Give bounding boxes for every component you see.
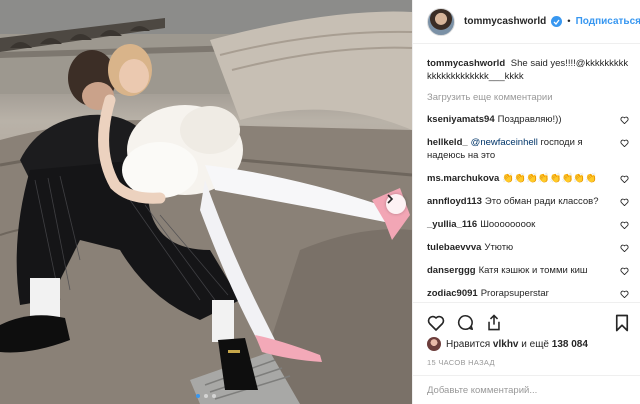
like-button[interactable] xyxy=(427,314,445,331)
comment-row: hellkeld_ @newfaceinhell господи я надеюс… xyxy=(427,136,629,162)
comment-like-button[interactable] xyxy=(620,243,629,256)
share-button[interactable] xyxy=(486,314,502,331)
comment-like-button[interactable] xyxy=(620,197,629,210)
comment-text: Поздравляю!)) xyxy=(497,114,562,125)
caption-username[interactable]: tommycashworld xyxy=(427,58,505,69)
comment-like-button[interactable] xyxy=(620,138,629,151)
header-username[interactable]: tommycashworld xyxy=(464,16,546,27)
heart-icon xyxy=(620,139,629,148)
likes-count[interactable]: 138 084 xyxy=(552,339,588,350)
comment-button[interactable] xyxy=(457,314,474,331)
add-comment-bar xyxy=(413,375,640,404)
post-side-panel: tommycashworld • Подписаться tommycashwo… xyxy=(412,0,640,404)
add-comment-input[interactable] xyxy=(427,384,617,396)
liker-username[interactable]: vlkhv xyxy=(493,339,519,350)
comment-row: annfloyd113 Это обман ради классов? xyxy=(427,195,629,208)
comment-row: ms.marchukova 👏👏👏👏👏👏👏👏 xyxy=(427,172,629,185)
comment-row: danserggg Катя кэшюк и томми киш xyxy=(427,264,629,277)
comment-like-button[interactable] xyxy=(620,266,629,279)
comment-username[interactable]: annfloyd113 xyxy=(427,196,482,207)
comment-like-button[interactable] xyxy=(620,174,629,187)
comment-row: _yullia_116 Шоооооооок xyxy=(427,218,629,231)
likes-middle: и ещё xyxy=(521,338,549,350)
heart-icon xyxy=(620,116,629,125)
likes-prefix: Нравится xyxy=(446,338,491,350)
verified-icon xyxy=(551,16,563,27)
heart-icon xyxy=(620,244,629,253)
header-separator: • xyxy=(567,16,571,27)
instagram-post: tommycashworld • Подписаться tommycashwo… xyxy=(0,0,640,404)
comment-username[interactable]: zodiac9091 xyxy=(427,288,478,299)
comment-text: Prorapsuperstar xyxy=(480,288,549,299)
comment-username[interactable]: hellkeld_ xyxy=(427,137,468,148)
comment-text: Это обман ради классов? xyxy=(484,196,599,207)
post-caption: tommycashworld She said yes!!!!@kkkkkkkk… xyxy=(427,57,629,83)
post-timestamp[interactable]: 15 ЧАСОВ НАЗАД xyxy=(427,358,495,367)
comment-text: Утютю xyxy=(484,242,514,253)
comment-username[interactable]: _yullia_116 xyxy=(427,219,477,230)
liker-avatar[interactable] xyxy=(427,337,441,351)
likes-summary: Нравится vlkhv и ещё 138 084 xyxy=(427,337,588,351)
heart-icon xyxy=(427,315,445,331)
heart-icon xyxy=(620,198,629,207)
comment-username[interactable]: danserggg xyxy=(427,265,476,276)
carousel-dot xyxy=(204,394,208,398)
comment-row: tulebaevvva Утютю xyxy=(427,241,629,254)
comment-text: Катя кэшюк и томми киш xyxy=(478,265,588,276)
heart-icon xyxy=(620,290,629,299)
follow-button[interactable]: Подписаться xyxy=(576,16,640,27)
comment-like-button[interactable] xyxy=(620,220,629,233)
chevron-right-icon xyxy=(387,194,394,204)
comment-like-button[interactable] xyxy=(620,289,629,302)
share-icon xyxy=(488,314,500,331)
comment-like-button[interactable] xyxy=(620,115,629,128)
comment-icon xyxy=(457,314,474,331)
comment-username[interactable]: tulebaevvva xyxy=(427,242,481,253)
save-button[interactable] xyxy=(615,314,629,335)
comment-text: Шоооооооок xyxy=(480,219,536,230)
load-more-comments-button[interactable]: Загрузить еще комментарии xyxy=(427,92,629,103)
post-header: tommycashworld • Подписаться xyxy=(413,0,640,44)
carousel-dot xyxy=(212,394,216,398)
comment-text: 👏👏👏👏👏👏👏👏 xyxy=(502,173,597,184)
bookmark-icon xyxy=(615,314,629,332)
comment-row: zodiac9091 Prorapsuperstar xyxy=(427,287,629,300)
carousel-dot-active xyxy=(196,394,200,398)
heart-icon xyxy=(620,221,629,230)
comment-row: kseniyamats94 Поздравляю!)) xyxy=(427,113,629,126)
comment-username[interactable]: ms.marchukova xyxy=(427,173,499,184)
avatar[interactable] xyxy=(427,7,455,36)
next-photo-button[interactable] xyxy=(386,194,406,214)
action-bar xyxy=(413,302,640,342)
carousel-indicator xyxy=(0,394,412,398)
photo-illustration xyxy=(0,0,412,404)
comment-username[interactable]: kseniyamats94 xyxy=(427,114,495,125)
post-photo[interactable] xyxy=(0,0,412,404)
comment-list: kseniyamats94 Поздравляю!)) hellkeld_ @newf… xyxy=(427,113,629,302)
comments-section[interactable]: tommycashworld She said yes!!!!@kkkkkkkk… xyxy=(413,44,640,302)
heart-icon xyxy=(620,175,629,184)
comment-mention[interactable]: @newfaceinhell xyxy=(471,137,538,148)
heart-icon xyxy=(620,267,629,276)
